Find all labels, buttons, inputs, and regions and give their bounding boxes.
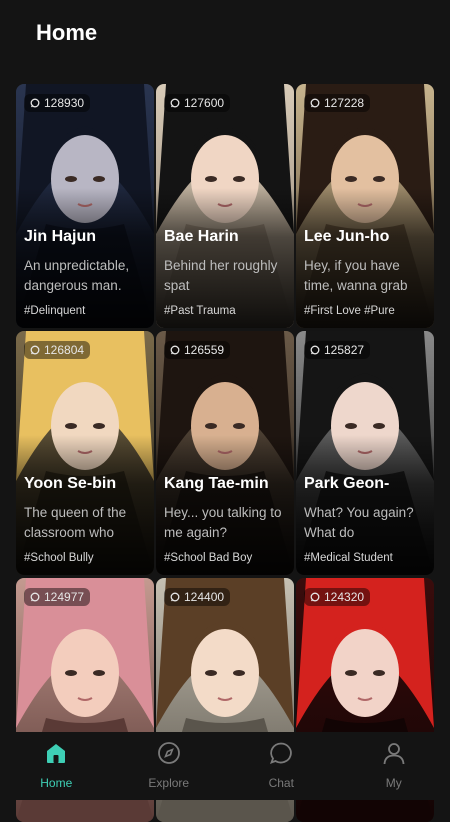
character-name: Jin Hajun	[24, 228, 97, 245]
chat-count-badge: 127228	[304, 94, 371, 112]
chat-count-icon	[310, 345, 320, 355]
character-tags: #Medical Student	[304, 552, 393, 564]
home-icon	[47, 744, 66, 763]
chat-count-badge: 126804	[24, 341, 91, 359]
chat-count-icon	[170, 98, 180, 108]
character-tags: #Delinquent	[24, 305, 86, 317]
bottom-nav: Home Explore Chat My	[0, 732, 450, 800]
chat-count: 125827	[324, 343, 365, 357]
character-description: The queen of the classroom who	[24, 505, 127, 540]
chat-count-icon	[30, 592, 40, 602]
character-card[interactable]: 126559 Kang Tae-min Hey... you talking t…	[156, 331, 294, 575]
chat-count: 127600	[184, 96, 225, 110]
chat-count-icon	[170, 345, 180, 355]
nav-my[interactable]: My	[354, 732, 434, 800]
nav-home[interactable]: Home	[16, 732, 96, 800]
character-description: What? You again? What do	[304, 505, 414, 540]
chat-count-badge: 126559	[164, 341, 231, 359]
character-description: Hey, if you have time, wanna grab	[304, 258, 408, 293]
character-tags: #First Love #Pure	[304, 305, 395, 317]
character-tags: #Past Trauma	[164, 305, 236, 317]
nav-chat[interactable]: Chat	[241, 732, 321, 800]
nav-explore[interactable]: Explore	[129, 732, 209, 800]
character-name: Lee Jun-ho	[304, 228, 390, 245]
nav-chat-label: Chat	[268, 776, 294, 790]
chat-count: 124400	[184, 590, 225, 604]
character-description: Behind her roughly spat	[164, 258, 278, 293]
character-name: Yoon Se-bin	[24, 475, 117, 492]
chat-count: 126804	[44, 343, 85, 357]
character-card[interactable]: 128930 Jin Hajun An unpredictable, dange…	[16, 84, 154, 328]
chat-count: 124977	[44, 590, 85, 604]
chat-count-badge: 124400	[164, 588, 231, 606]
nav-explore-label: Explore	[148, 776, 190, 790]
chat-count-icon	[30, 345, 40, 355]
character-description: An unpredictable, dangerous man.	[24, 258, 130, 293]
character-name: Park Geon-	[304, 475, 390, 492]
chat-bubble-icon	[270, 742, 293, 765]
character-grid: 128930 Jin Hajun An unpredictable, dange…	[16, 84, 434, 822]
character-tags: #School Bad Boy	[164, 552, 253, 564]
chat-count-icon	[310, 98, 320, 108]
chat-count: 124320	[324, 590, 365, 604]
chat-count-icon	[30, 98, 40, 108]
chat-count-badge: 128930	[24, 94, 91, 112]
user-icon	[383, 743, 405, 765]
chat-count: 128930	[44, 96, 85, 110]
chat-count: 127228	[324, 96, 365, 110]
compass-icon	[157, 742, 180, 764]
character-card[interactable]: 127600 Bae Harin Behind her roughly spat…	[156, 84, 294, 328]
chat-count-icon	[170, 592, 180, 602]
character-card[interactable]: 125827 Park Geon- What? You again? What …	[296, 331, 434, 575]
character-card[interactable]: 126804 Yoon Se-bin The queen of the clas…	[16, 331, 154, 575]
chat-count-icon	[310, 592, 320, 602]
chat-count-badge: 127600	[164, 94, 231, 112]
header: Home	[0, 0, 450, 76]
character-card[interactable]: 127228 Lee Jun-ho Hey, if you have time,…	[296, 84, 434, 328]
chat-count: 126559	[184, 343, 225, 357]
chat-count-badge: 125827	[304, 341, 371, 359]
nav-my-label: My	[385, 776, 402, 790]
character-description: Hey... you talking to me again?	[164, 505, 282, 540]
chat-count-badge: 124320	[304, 588, 371, 606]
character-tags: #School Bully	[24, 552, 94, 564]
character-name: Kang Tae-min	[164, 475, 269, 492]
nav-home-label: Home	[40, 776, 73, 790]
page-title: Home	[36, 20, 98, 45]
chat-count-badge: 124977	[24, 588, 91, 606]
character-name: Bae Harin	[164, 228, 239, 245]
